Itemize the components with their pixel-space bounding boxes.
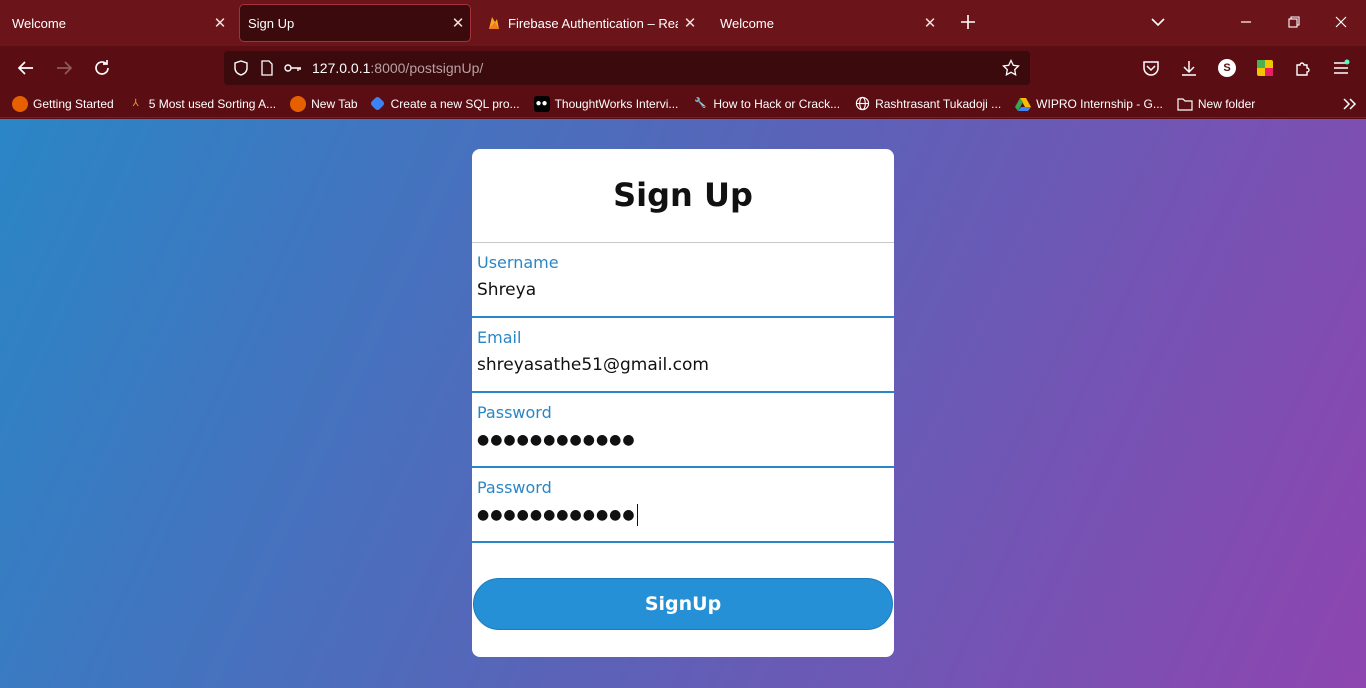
email-field[interactable]: Email shreyasathe51@gmail.com: [472, 318, 894, 393]
bookmark-label: WIPRO Internship - G...: [1036, 96, 1163, 111]
firefox-icon: [290, 95, 307, 112]
profile-avatar[interactable]: S: [1211, 52, 1243, 84]
page-background: Sign Up Username Shreya Email shreyasath…: [0, 119, 1366, 688]
folder-icon: [1177, 96, 1193, 112]
close-window-icon[interactable]: [1323, 6, 1359, 38]
password-mask: ●●●●●●●●●●●●: [477, 432, 636, 448]
email-label: Email: [477, 328, 522, 347]
password-label: Password: [477, 403, 552, 422]
tab-welcome-1[interactable]: Welcome ✕: [4, 4, 232, 42]
password-field[interactable]: Password ●●●●●●●●●●●●: [472, 393, 894, 468]
bookmark-label: New Tab: [311, 96, 358, 111]
bookmark-wipro[interactable]: WIPRO Internship - G...: [1015, 96, 1163, 112]
shield-icon[interactable]: [228, 55, 254, 81]
tab-sign-up[interactable]: Sign Up ✕: [239, 4, 471, 42]
username-input[interactable]: Shreya: [477, 277, 889, 303]
bookmark-label: ThoughtWorks Intervi...: [554, 96, 679, 111]
wrench-icon: 🔧: [694, 98, 707, 109]
tab-strip: Welcome ✕ Sign Up ✕ Firebase Authenticat…: [0, 0, 1366, 46]
firebase-icon: [486, 15, 502, 31]
close-icon[interactable]: ✕: [446, 11, 470, 35]
close-icon[interactable]: ✕: [678, 11, 702, 35]
form-title: Sign Up: [472, 149, 894, 243]
email-input[interactable]: shreyasathe51@gmail.com: [477, 352, 889, 378]
address-bar[interactable]: 127.0.0.1:8000/postsignUp/: [224, 51, 1030, 85]
confirm-password-input[interactable]: ●●●●●●●●●●●●: [477, 502, 889, 528]
extensions-puzzle-icon[interactable]: [1287, 52, 1319, 84]
bookmark-label: Create a new SQL pro...: [390, 96, 520, 111]
signup-card: Sign Up Username Shreya Email shreyasath…: [472, 149, 894, 657]
tab-welcome-2[interactable]: Welcome ✕: [712, 4, 942, 42]
menu-icon[interactable]: [1325, 52, 1357, 84]
password-input[interactable]: ●●●●●●●●●●●●: [477, 427, 889, 453]
bookmark-star-icon[interactable]: [998, 55, 1024, 81]
close-icon[interactable]: ✕: [918, 11, 942, 35]
key-icon[interactable]: [280, 55, 306, 81]
tab-title: Firebase Authentication – Realtim: [508, 15, 678, 31]
bookmark-label: Rashtrasant Tukadoji ...: [875, 96, 1002, 111]
download-icon[interactable]: [1173, 52, 1205, 84]
minimize-icon[interactable]: [1228, 6, 1264, 38]
tab-title: Welcome: [12, 15, 66, 31]
reload-icon[interactable]: [86, 52, 118, 84]
confirm-password-mask: ●●●●●●●●●●●●: [477, 507, 636, 523]
page-icon[interactable]: [254, 55, 280, 81]
bookmark-sql[interactable]: Create a new SQL pro...: [369, 95, 520, 112]
bookmarks-toolbar: Getting Started ⅄ 5 Most used Sorting A.…: [0, 90, 1366, 118]
bookmark-label: How to Hack or Crack...: [713, 96, 841, 111]
bookmark-thoughtworks[interactable]: ●● ThoughtWorks Intervi...: [533, 95, 679, 112]
bookmark-rashtrasant[interactable]: Rashtrasant Tukadoji ...: [854, 96, 1001, 112]
new-tab-icon[interactable]: [950, 6, 986, 38]
profile-initial: S: [1218, 59, 1236, 77]
navigation-bar: 127.0.0.1:8000/postsignUp/ S: [0, 46, 1366, 90]
bookmark-icon: [369, 95, 385, 112]
tab-title: Welcome: [720, 15, 774, 31]
drive-icon: [1015, 96, 1032, 112]
bookmark-label: Getting Started: [33, 96, 114, 111]
extension-icon[interactable]: [1249, 52, 1281, 84]
back-icon[interactable]: [10, 52, 42, 84]
bookmark-label: 5 Most used Sorting A...: [148, 96, 277, 111]
signup-button[interactable]: SignUp: [473, 578, 893, 630]
username-field[interactable]: Username Shreya: [472, 243, 894, 318]
bookmark-icon: ⅄: [132, 98, 139, 109]
tab-title: Sign Up: [248, 15, 295, 31]
bookmark-label: New folder: [1197, 96, 1256, 111]
tab-firebase[interactable]: Firebase Authentication – Realtim ✕: [478, 4, 702, 42]
confirm-password-field[interactable]: Password ●●●●●●●●●●●●: [472, 468, 894, 543]
text-caret: [636, 504, 638, 526]
medium-icon: ●●: [533, 95, 550, 112]
username-label: Username: [477, 253, 559, 272]
bookmark-new-folder[interactable]: New folder: [1177, 96, 1255, 112]
globe-icon: [854, 96, 870, 112]
confirm-password-label: Password: [477, 478, 552, 497]
forward-icon[interactable]: [48, 52, 80, 84]
more-bookmarks-icon[interactable]: [1342, 97, 1358, 111]
url-path: :8000/postsignUp/: [370, 60, 484, 76]
bookmark-new-tab[interactable]: New Tab: [290, 95, 358, 112]
close-icon[interactable]: ✕: [208, 11, 232, 35]
bookmark-hack[interactable]: 🔧 How to Hack or Crack...: [692, 96, 840, 112]
url-host: 127.0.0.1: [312, 60, 371, 76]
bookmark-sorting[interactable]: ⅄ 5 Most used Sorting A...: [128, 96, 276, 112]
pocket-icon[interactable]: [1135, 52, 1167, 84]
bookmark-getting-started[interactable]: Getting Started: [12, 95, 114, 112]
restore-icon[interactable]: [1276, 6, 1312, 38]
tab-list-icon[interactable]: [1140, 6, 1176, 38]
firefox-icon: [12, 95, 28, 112]
